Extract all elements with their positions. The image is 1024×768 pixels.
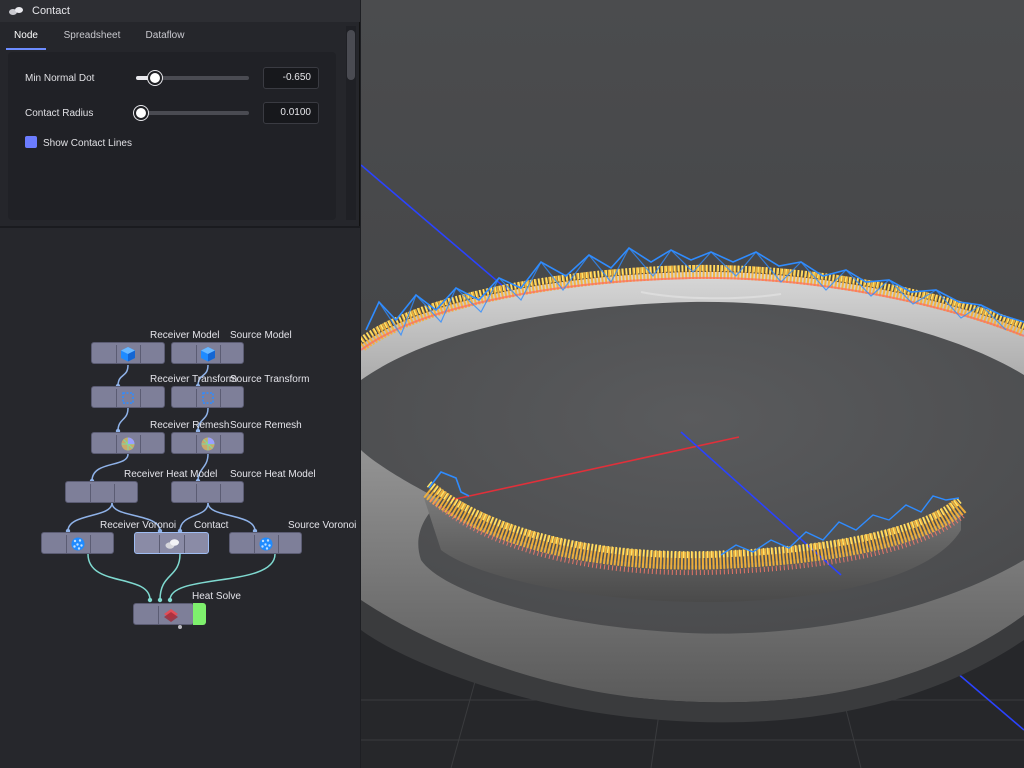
remesh-sphere-icon: [121, 437, 135, 451]
source-model-label: Source Model: [230, 330, 292, 341]
cube-icon: [201, 347, 215, 362]
heat-solve-node[interactable]: [133, 603, 194, 625]
properties-scrollbar-thumb[interactable]: [347, 30, 355, 80]
contact-label: Contact: [194, 520, 229, 531]
receiver-transform-label: Receiver Transform: [150, 374, 238, 385]
receiver-voronoi-node[interactable]: [41, 532, 114, 554]
tab-bar: Node Spreadsheet Dataflow: [0, 24, 345, 50]
voronoi-icon: [71, 537, 85, 551]
tab-node[interactable]: Node: [6, 24, 46, 50]
source-transform-node[interactable]: [171, 386, 244, 408]
cube-icon: [121, 347, 135, 362]
properties-panel: Min Normal Dot -0.650 Contact Radius 0.0…: [8, 52, 336, 220]
contact-radius-slider[interactable]: [134, 106, 249, 120]
wire-receiver-voronoi-solve: [87, 553, 151, 601]
receiver-remesh-label: Receiver Remesh: [150, 420, 230, 431]
show-contact-lines-checkbox[interactable]: [25, 136, 37, 148]
voronoi-icon: [259, 537, 273, 551]
contact-node[interactable]: [134, 532, 209, 554]
tab-dataflow[interactable]: Dataflow: [138, 24, 192, 50]
transform-icon: [122, 392, 134, 404]
receiver-transform-node[interactable]: [91, 386, 165, 408]
contact-radius-input[interactable]: 0.0100: [263, 102, 319, 124]
min-normal-dot-input[interactable]: -0.650: [263, 67, 319, 89]
receiver-heat-model-label: Receiver Heat Model: [124, 469, 218, 480]
source-transform-label: Source Transform: [230, 374, 310, 385]
contact-node-icon: [9, 7, 23, 15]
source-heat-model-node[interactable]: [171, 481, 244, 503]
contact-radius-label: Contact Radius: [25, 108, 94, 119]
heat-solve-icon: [164, 609, 178, 622]
remesh-sphere-icon: [201, 437, 215, 451]
source-model-node[interactable]: [171, 342, 244, 364]
properties-scrollbar[interactable]: [346, 26, 356, 220]
source-remesh-node[interactable]: [171, 432, 244, 454]
wire-receiver-transform-remesh: [117, 407, 129, 432]
show-contact-lines-label: Show Contact Lines: [43, 138, 132, 149]
min-normal-dot-slider[interactable]: [136, 71, 249, 85]
display-flag-toggle[interactable]: [193, 603, 206, 625]
transform-icon: [202, 392, 214, 404]
source-voronoi-label: Source Voronoi: [288, 520, 357, 531]
node-graph[interactable]: Receiver Model Source Model Receiver Tra…: [0, 228, 360, 768]
source-heat-model-label: Source Heat Model: [230, 469, 316, 480]
viewport-scene: [361, 0, 1024, 768]
receiver-remesh-node[interactable]: [91, 432, 165, 454]
panel-title-bar: Contact: [0, 0, 360, 22]
wire-receiver-model-transform: [117, 364, 129, 387]
receiver-voronoi-label: Receiver Voronoi: [100, 520, 177, 531]
panel-title: Contact: [32, 5, 70, 17]
contact-node-icon: [165, 539, 179, 549]
receiver-heat-model-node[interactable]: [65, 481, 138, 503]
wire-receiver-remesh-heat: [91, 453, 129, 482]
3d-viewport[interactable]: [361, 0, 1024, 768]
source-voronoi-node[interactable]: [229, 532, 302, 554]
source-remesh-label: Source Remesh: [230, 420, 302, 431]
heat-solve-label: Heat Solve: [192, 591, 241, 602]
receiver-model-label: Receiver Model: [150, 330, 220, 341]
left-panel: Contact Node Spreadsheet Dataflow Min No…: [0, 0, 360, 768]
contact-radius-slider-thumb[interactable]: [134, 106, 148, 120]
min-normal-dot-slider-thumb[interactable]: [148, 71, 162, 85]
min-normal-dot-label: Min Normal Dot: [25, 73, 95, 84]
tab-spreadsheet[interactable]: Spreadsheet: [58, 24, 126, 50]
wire-contact-solve: [159, 553, 181, 601]
receiver-model-node[interactable]: [91, 342, 165, 364]
